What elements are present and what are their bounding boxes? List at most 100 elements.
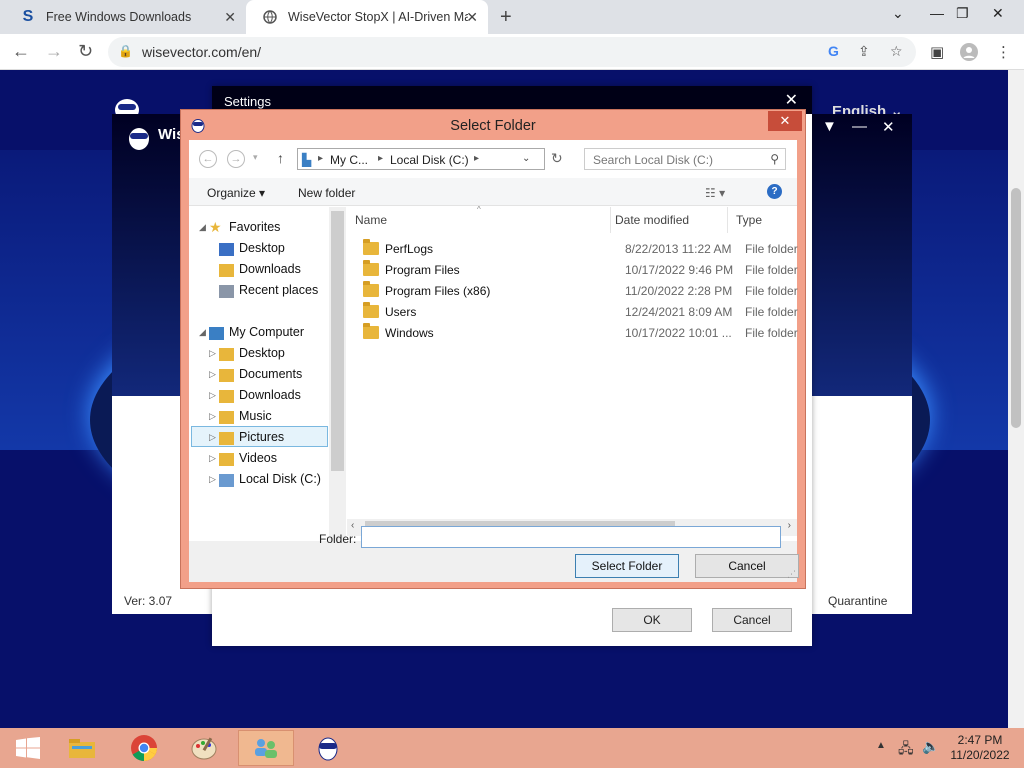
file-explorer-taskbar-button[interactable] bbox=[54, 730, 110, 766]
tab-close-icon[interactable]: ✕ bbox=[466, 9, 478, 26]
dialog-cancel-button[interactable]: Cancel bbox=[695, 554, 799, 578]
expand-triangle-icon[interactable]: ▷ bbox=[209, 390, 216, 401]
dialog-titlebar: Select Folder ✕ bbox=[181, 110, 805, 140]
help-icon[interactable]: ? bbox=[767, 184, 782, 199]
nav-music[interactable]: Music bbox=[239, 406, 272, 426]
taskbar-clock[interactable]: 2:47 PM 11/20/2022 bbox=[944, 733, 1016, 763]
breadcrumb-computer[interactable]: My C... bbox=[330, 153, 368, 167]
file-row[interactable]: Program Files (x86) 11/20/2022 2:28 PM F… bbox=[347, 281, 798, 302]
breadcrumb-local-disk[interactable]: Local Disk (C:) bbox=[390, 153, 469, 167]
nav-my-computer[interactable]: My Computer bbox=[229, 322, 304, 342]
expand-triangle-icon[interactable]: ▷ bbox=[209, 348, 216, 359]
path-breadcrumb[interactable]: ▙ ▸ My C... ▸ Local Disk (C:) ▸ ⌄ bbox=[297, 148, 545, 170]
forward-arrow-icon[interactable]: → bbox=[45, 41, 63, 62]
dialog-close-button[interactable]: ✕ bbox=[768, 111, 802, 131]
row-date: 12/24/2021 8:09 AM bbox=[625, 305, 733, 319]
row-date: 8/22/2013 11:22 AM bbox=[625, 242, 732, 256]
wisevector-taskbar-button[interactable] bbox=[300, 730, 356, 766]
column-date-modified[interactable]: Date modified bbox=[607, 207, 728, 233]
file-row[interactable]: PerfLogs 8/22/2013 11:22 AM File folder bbox=[347, 239, 798, 260]
row-type: File folder bbox=[745, 326, 798, 340]
menu-kebab-icon[interactable]: ⋮ bbox=[996, 43, 1011, 61]
file-row[interactable]: Users 12/24/2021 8:09 AM File folder bbox=[347, 302, 798, 323]
nav-documents[interactable]: Documents bbox=[239, 364, 302, 384]
profile-avatar-icon[interactable] bbox=[960, 43, 978, 65]
expand-triangle-icon[interactable]: ▷ bbox=[209, 411, 216, 422]
tab-search-chevron-icon[interactable]: ⌄ bbox=[892, 5, 904, 22]
nav-videos[interactable]: Videos bbox=[239, 448, 277, 468]
window-close-icon[interactable]: ✕ bbox=[992, 5, 1004, 22]
back-arrow-icon[interactable]: ← bbox=[12, 41, 30, 62]
refresh-icon[interactable]: ↻ bbox=[551, 150, 563, 167]
settings-close-icon[interactable]: ✕ bbox=[785, 90, 798, 110]
folder-input[interactable] bbox=[361, 526, 781, 548]
page-scrollbar[interactable] bbox=[1008, 70, 1024, 728]
expand-triangle-icon[interactable]: ▷ bbox=[209, 474, 216, 485]
organize-menu[interactable]: Organize ▾ bbox=[207, 186, 265, 200]
dialog-footer: Folder: Select Folder Cancel ⋰ bbox=[189, 526, 799, 582]
nav-scrollbar-thumb[interactable] bbox=[331, 211, 344, 471]
file-row[interactable]: Program Files 10/17/2022 9:46 PM File fo… bbox=[347, 260, 798, 281]
select-folder-button[interactable]: Select Folder bbox=[575, 554, 679, 578]
settings-ok-button[interactable]: OK bbox=[612, 608, 692, 632]
nav-pictures[interactable]: Pictures bbox=[239, 427, 284, 447]
windows-logo-icon bbox=[16, 737, 40, 759]
nav-local-disk[interactable]: Local Disk (C:) bbox=[239, 469, 321, 489]
google-icon[interactable]: G bbox=[828, 43, 839, 59]
forward-icon[interactable]: → bbox=[227, 150, 245, 168]
search-icon[interactable]: ⚲ bbox=[770, 152, 779, 166]
settings-cancel-button[interactable]: Cancel bbox=[712, 608, 792, 632]
collapse-triangle-icon[interactable]: ◢ bbox=[199, 222, 206, 233]
scroll-left-arrow-icon[interactable]: ‹ bbox=[351, 520, 354, 531]
paint-taskbar-button[interactable] bbox=[176, 730, 232, 766]
nav-desktop[interactable]: Desktop bbox=[239, 343, 285, 363]
scrollbar-thumb[interactable] bbox=[1011, 188, 1021, 428]
expand-triangle-icon[interactable]: ▷ bbox=[209, 453, 216, 464]
search-field[interactable]: Search Local Disk (C:) ⚲ bbox=[584, 148, 786, 170]
chrome-taskbar-button[interactable] bbox=[116, 730, 172, 766]
nav-fav-recent-places[interactable]: Recent places bbox=[239, 280, 318, 300]
new-folder-button[interactable]: New folder bbox=[298, 186, 355, 200]
network-app-taskbar-button[interactable] bbox=[238, 730, 294, 766]
app-minimize-icon[interactable]: — bbox=[852, 118, 867, 135]
network-tray-icon[interactable]: 🖧 bbox=[898, 738, 914, 762]
settings-title: Settings bbox=[224, 94, 271, 109]
view-options-icon[interactable]: ☷ ▾ bbox=[705, 186, 725, 200]
reload-icon[interactable]: ↻ bbox=[78, 41, 93, 62]
share-icon[interactable]: ⇪ bbox=[858, 43, 870, 60]
tab-free-windows-downloads[interactable]: S Free Windows Downloads ✕ bbox=[4, 0, 246, 34]
nav-scrollbar[interactable] bbox=[329, 207, 346, 541]
minimize-icon[interactable]: — bbox=[930, 5, 944, 21]
address-bar[interactable]: 🔒 wisevector.com/en/ G ⇪ ☆ bbox=[108, 37, 916, 67]
recent-locations-icon[interactable]: ▾ bbox=[253, 152, 258, 163]
scroll-right-arrow-icon[interactable]: › bbox=[788, 520, 791, 531]
nav-fav-desktop[interactable]: Desktop bbox=[239, 238, 285, 258]
app-close-icon[interactable]: ✕ bbox=[882, 118, 895, 136]
side-panel-icon[interactable]: ▣ bbox=[930, 43, 944, 61]
column-type[interactable]: Type bbox=[728, 207, 797, 233]
resize-grip-icon[interactable]: ⋰ bbox=[787, 569, 796, 580]
tab-wisevector[interactable]: WiseVector StopX | AI-Driven Ma ✕ bbox=[246, 0, 488, 34]
nav-downloads[interactable]: Downloads bbox=[239, 385, 301, 405]
file-list: Name ^ Date modified Type PerfLogs 8/22/… bbox=[347, 205, 798, 541]
folder-icon bbox=[363, 239, 379, 255]
path-dropdown-icon[interactable]: ⌄ bbox=[522, 153, 530, 164]
expand-triangle-icon[interactable]: ▷ bbox=[209, 432, 216, 443]
collapse-triangle-icon[interactable]: ◢ bbox=[199, 327, 206, 338]
up-arrow-icon[interactable]: ↑ bbox=[277, 150, 284, 166]
volume-icon[interactable]: 🔈 bbox=[922, 738, 939, 755]
restore-icon[interactable]: ❐ bbox=[956, 5, 969, 22]
back-icon[interactable]: ← bbox=[199, 150, 217, 168]
file-row[interactable]: Windows 10/17/2022 10:01 ... File folder bbox=[347, 323, 798, 344]
nav-fav-downloads[interactable]: Downloads bbox=[239, 259, 301, 279]
show-hidden-icons-icon[interactable]: ▲ bbox=[876, 740, 886, 751]
folder-icon bbox=[219, 369, 234, 382]
quarantine-link[interactable]: Quarantine bbox=[828, 594, 887, 608]
app-menu-icon[interactable]: ▼ bbox=[822, 118, 837, 135]
new-tab-icon[interactable]: + bbox=[500, 6, 512, 29]
bookmark-star-icon[interactable]: ☆ bbox=[890, 43, 903, 60]
nav-favorites[interactable]: Favorites bbox=[229, 217, 280, 237]
start-button[interactable] bbox=[0, 730, 56, 766]
tab-close-icon[interactable]: ✕ bbox=[224, 9, 236, 26]
expand-triangle-icon[interactable]: ▷ bbox=[209, 369, 216, 380]
